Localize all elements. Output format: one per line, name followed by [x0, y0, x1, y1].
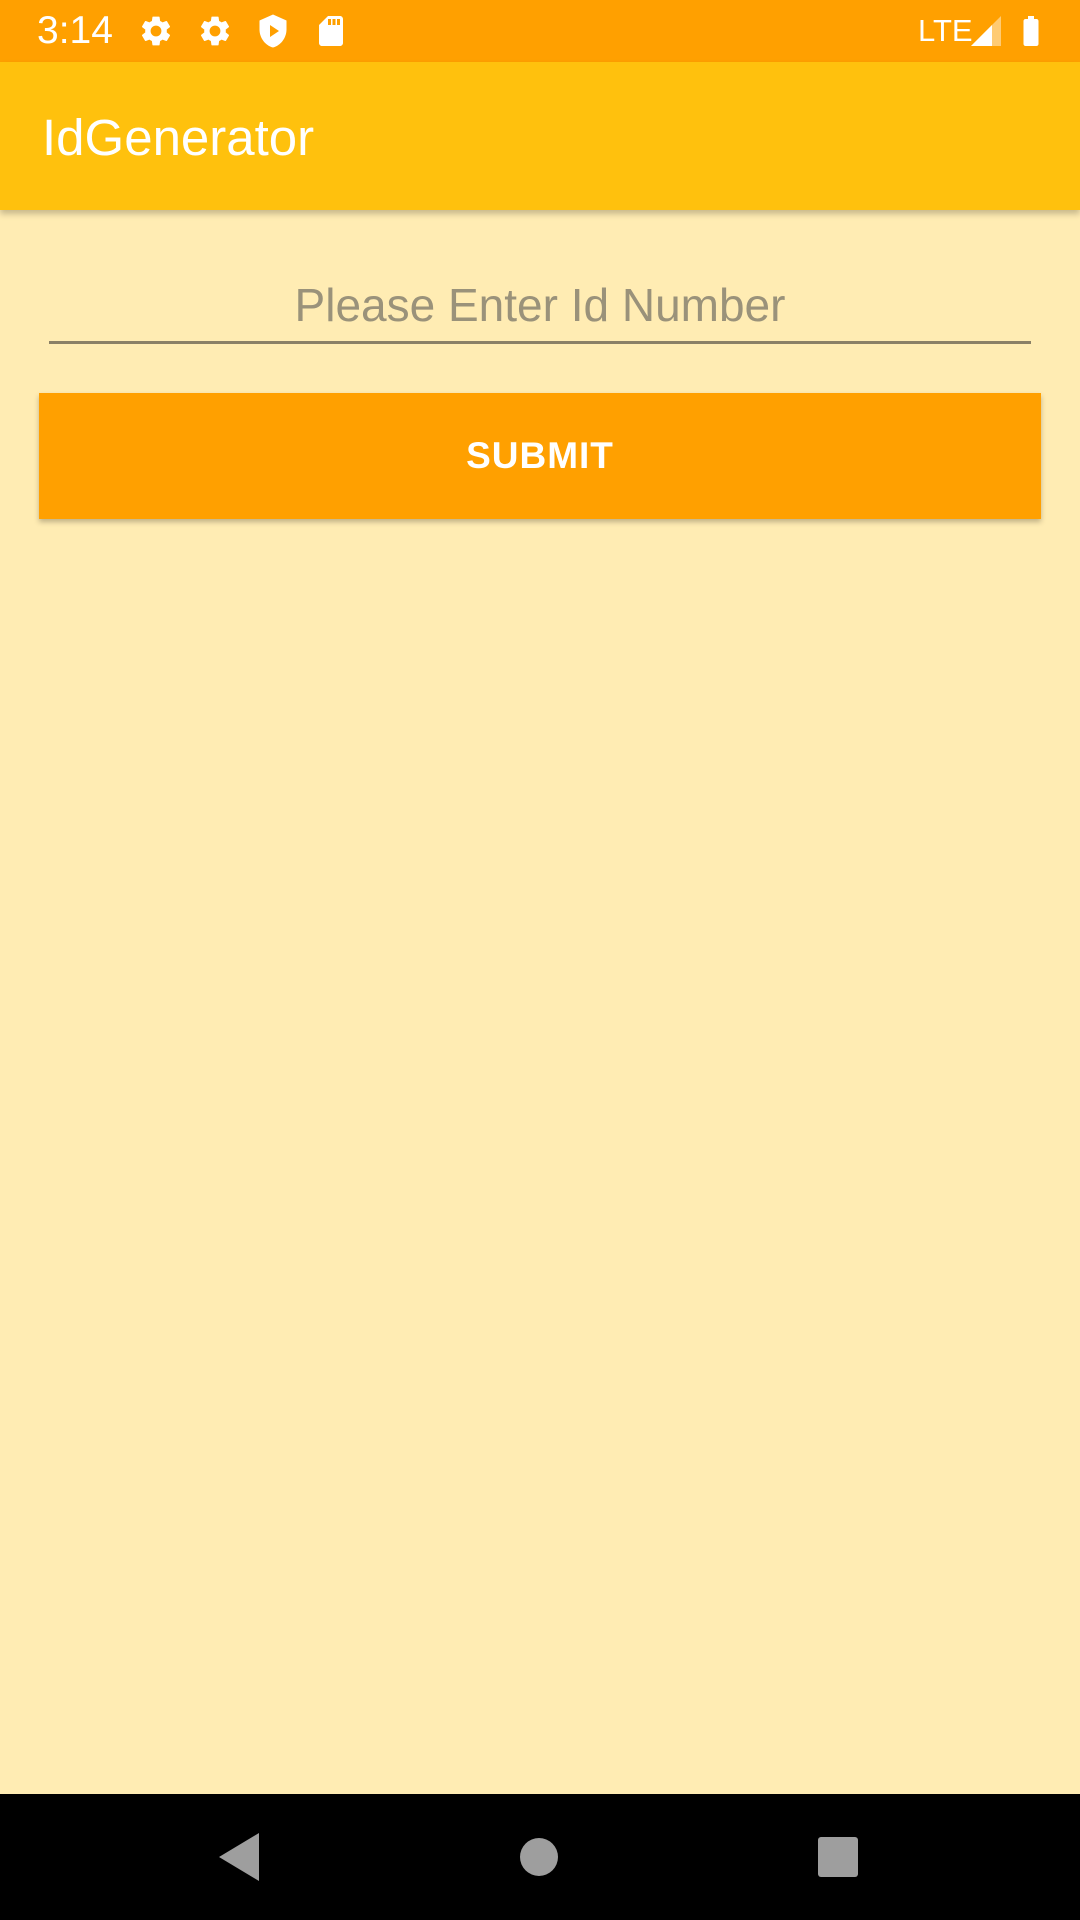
app-bar: IdGenerator — [0, 62, 1080, 210]
status-time: 3:14 — [37, 9, 113, 52]
screen: 3:14 LTE IdGenerator SUBMIT — [0, 0, 1080, 1920]
signal-icon — [968, 13, 1004, 49]
battery-icon — [1013, 13, 1049, 49]
shield-play-icon — [255, 13, 291, 49]
app-title: IdGenerator — [42, 109, 315, 166]
submit-button[interactable]: SUBMIT — [39, 393, 1041, 519]
status-bar: 3:14 LTE — [0, 0, 1080, 62]
id-number-input[interactable] — [49, 268, 1031, 344]
recents-icon[interactable] — [802, 1821, 874, 1893]
settings-icon — [138, 13, 174, 49]
home-icon[interactable] — [503, 1821, 575, 1893]
network-type: LTE — [918, 13, 973, 48]
sd-card-icon — [313, 13, 349, 49]
navigation-bar — [0, 1794, 1080, 1920]
back-icon[interactable] — [203, 1821, 275, 1893]
settings-icon — [197, 13, 233, 49]
